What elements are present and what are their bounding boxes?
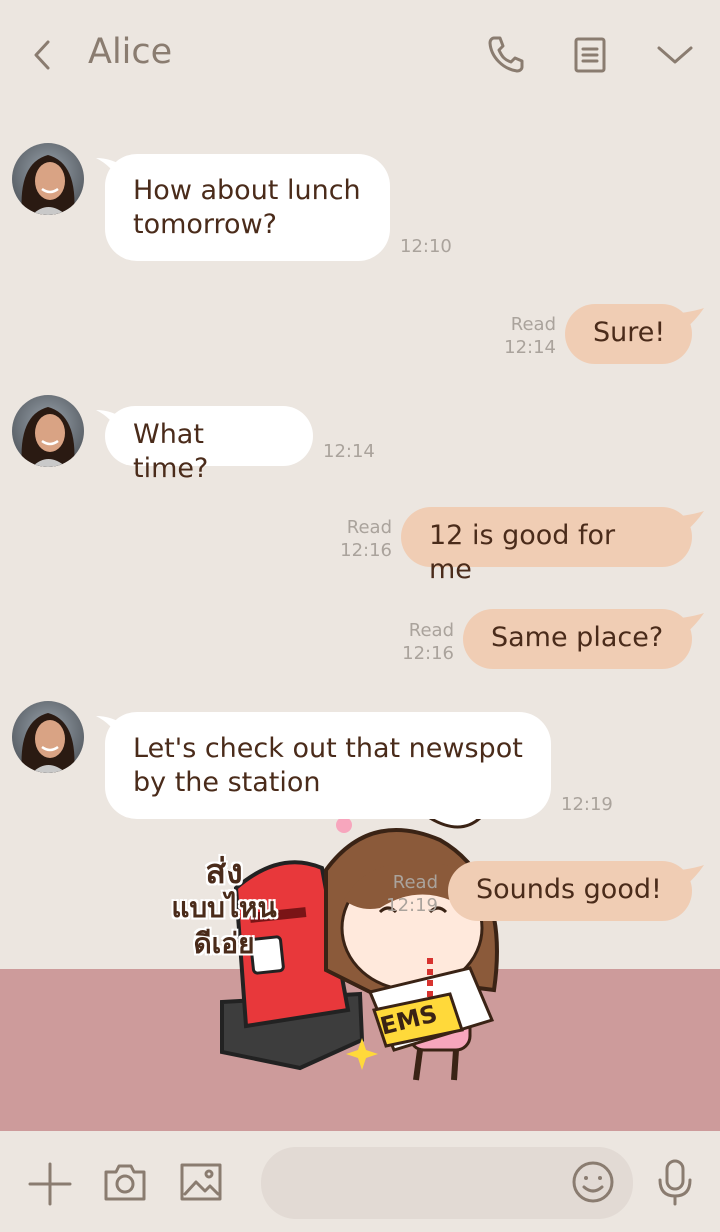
read-status: Read [346, 517, 392, 538]
sticker-caption-line2: แบบไหน [171, 891, 277, 924]
message-text: Same place? [491, 622, 664, 653]
message-meta: Read 12:14 [480, 313, 556, 359]
bubble-tail [672, 511, 704, 533]
bubble-tail [672, 308, 704, 330]
avatar-photo [12, 143, 84, 215]
notes-icon[interactable] [572, 36, 608, 74]
message-text-line2: by the station [133, 767, 321, 798]
message-text-line1: How about lunch [133, 175, 361, 206]
avatar[interactable] [12, 395, 84, 467]
message-bubble[interactable]: Sounds good! [448, 861, 692, 921]
plus-icon[interactable] [28, 1162, 72, 1206]
read-status: Read [510, 314, 556, 335]
message-time: 12:16 [340, 540, 392, 561]
message-text-line2: tomorrow? [133, 209, 277, 240]
sticker-caption-line3: ดีเอ่ย [193, 927, 255, 960]
message-time: 12:19 [386, 895, 438, 916]
message-text: Sure! [593, 317, 666, 348]
back-chevron-icon[interactable] [28, 38, 56, 72]
message-time: 12:19 [561, 794, 613, 815]
message-text: What time? [133, 419, 209, 484]
message-bubble[interactable]: What time? [105, 406, 313, 484]
message-meta: Read 12:19 [362, 871, 438, 917]
message-time: 12:14 [323, 441, 375, 462]
chevron-down-icon[interactable] [655, 42, 695, 68]
chat-header: Alice [0, 0, 720, 108]
message-meta: Read 12:16 [316, 516, 392, 562]
read-status: Read [392, 872, 438, 893]
message-bubble[interactable]: How about lunch tomorrow? [105, 154, 390, 261]
message-time: 12:16 [402, 643, 454, 664]
message-bubble[interactable]: Same place? [463, 609, 692, 669]
avatar[interactable] [12, 143, 84, 215]
microphone-icon[interactable] [655, 1158, 695, 1206]
message-text-line1: Let's check out that newspot [133, 733, 523, 764]
emoji-icon[interactable] [571, 1160, 615, 1204]
message-meta: Read 12:16 [378, 619, 454, 665]
camera-icon[interactable] [103, 1162, 147, 1202]
avatar[interactable] [12, 701, 84, 773]
sticker-caption-line1: ส่ง [205, 852, 243, 892]
message-text: 12 is good for me [429, 520, 616, 585]
bubble-tail [672, 613, 704, 635]
message-time: 12:10 [400, 236, 452, 257]
bubble-tail [672, 865, 704, 887]
phone-icon[interactable] [486, 34, 526, 74]
chat-title: Alice [88, 32, 173, 72]
message-bubble[interactable]: 12 is good for me [401, 507, 692, 585]
sticker[interactable]: ส่ง แบบไหน ดีเอ่ย EMS [130, 780, 510, 1100]
message-text: Sounds good! [476, 874, 662, 905]
message-bubble[interactable]: Let's check out that newspot by the stat… [105, 712, 551, 819]
sticker-caption: ส่ง แบบไหน ดีเอ่ย [164, 854, 284, 962]
image-icon[interactable] [179, 1162, 223, 1202]
message-time: 12:14 [504, 337, 556, 358]
avatar-photo [12, 701, 84, 773]
avatar-photo [12, 395, 84, 467]
read-status: Read [408, 620, 454, 641]
